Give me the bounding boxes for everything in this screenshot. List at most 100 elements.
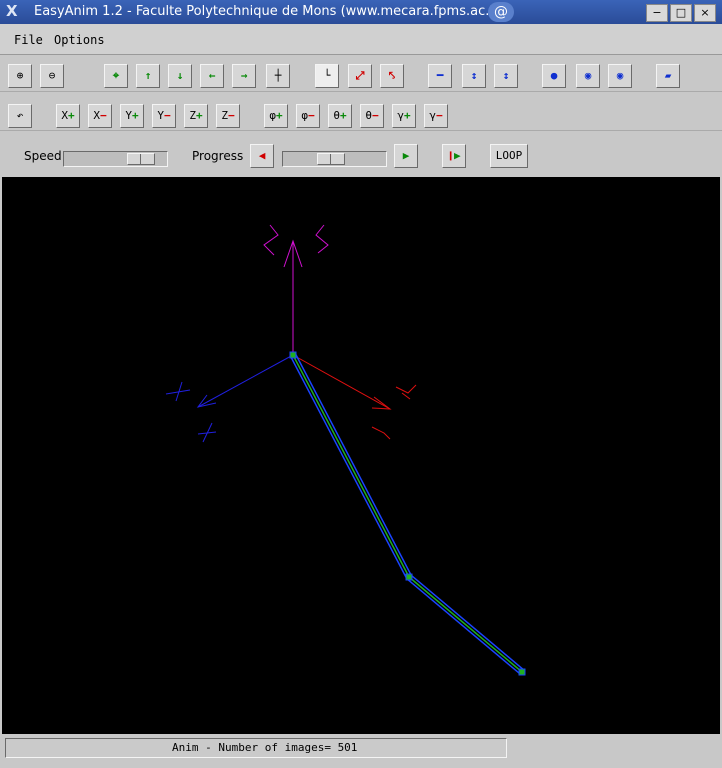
undo-arrow-icon: ↶ <box>16 109 24 122</box>
frame-icon: └ <box>323 69 331 82</box>
loop-button[interactable]: LOOP <box>490 144 528 168</box>
y-plus-button-label: Y <box>125 109 132 122</box>
theta-plus-button[interactable]: θ+ <box>328 104 352 128</box>
step-back-button[interactable]: ◀ <box>250 144 274 168</box>
bar-expand-icon: ↕ <box>470 69 478 82</box>
x-plus-button-sign: + <box>68 109 75 122</box>
bar-thickness-button[interactable]: ━ <box>428 64 452 88</box>
phi-minus-button-label: φ <box>301 109 308 122</box>
speed-slider-thumb[interactable] <box>127 153 155 165</box>
pan-up-button[interactable]: ↑ <box>136 64 160 88</box>
axes-view-button[interactable]: ┼ <box>266 64 290 88</box>
theta-minus-button[interactable]: θ− <box>360 104 384 128</box>
play-button[interactable]: ❙▶ <box>442 144 466 168</box>
x-minus-button-label: X <box>93 109 100 122</box>
play-icon: ❙▶ <box>447 149 461 162</box>
progress-slider-thumb[interactable] <box>317 153 345 165</box>
zoom-in-button[interactable]: ⊕ <box>8 64 32 88</box>
mechanism-view <box>165 224 526 676</box>
gamma-minus-button-sign: − <box>436 109 443 122</box>
bar-thinner-button[interactable]: ↕ <box>494 64 518 88</box>
minimize-button[interactable]: − <box>646 4 668 22</box>
view-toolbar: ⊕ ⊖ ⌖ ↑ ↓ ← → ┼ └ ⤢ ⤣ ━ ↕ ↕ ● ◉ ◉ ▰ <box>0 61 722 92</box>
expand-button[interactable]: ⤢ <box>348 64 372 88</box>
z-plus-button-label: Z <box>189 109 196 122</box>
phi-plus-button[interactable]: φ+ <box>264 104 288 128</box>
expand-icon: ⤢ <box>355 69 365 82</box>
x-plus-button-label: X <box>61 109 68 122</box>
y-minus-button-label: Y <box>157 109 164 122</box>
phi-minus-button[interactable]: φ− <box>296 104 320 128</box>
status-bar: Anim - Number of images= 501 <box>0 734 722 768</box>
x-minus-button-sign: − <box>100 109 107 122</box>
menu-bar: File Options <box>0 24 722 55</box>
x-plus-button[interactable]: X+ <box>56 104 80 128</box>
gamma-plus-button[interactable]: γ+ <box>392 104 416 128</box>
y-plus-button[interactable]: Y+ <box>120 104 144 128</box>
dot-expand-icon: ◉ <box>584 69 592 82</box>
x-minus-button[interactable]: X− <box>88 104 112 128</box>
bar-thicker-button[interactable]: ↕ <box>462 64 486 88</box>
dot-icon: ● <box>550 69 558 82</box>
z-minus-button-label: Z <box>221 109 228 122</box>
z-minus-button[interactable]: Z− <box>216 104 240 128</box>
shrink-button[interactable]: ⤣ <box>380 64 404 88</box>
axes-icon: ┼ <box>274 69 282 82</box>
bar-icon: ━ <box>436 69 444 82</box>
axis-y <box>165 354 294 443</box>
frame-toggle-button[interactable]: └ <box>315 64 339 88</box>
arrow-up-icon: ↑ <box>144 69 152 82</box>
close-button[interactable]: × <box>694 4 716 22</box>
phi-plus-button-label: φ <box>269 109 276 122</box>
solid-render-button[interactable]: ▰ <box>656 64 680 88</box>
theta-minus-button-sign: − <box>372 109 379 122</box>
center-button[interactable]: ⌖ <box>104 64 128 88</box>
progress-label: Progress <box>192 149 244 163</box>
animation-toolbar: Speed Progress ◀ ▶ ❙▶ LOOP <box>0 140 722 170</box>
speed-slider[interactable] <box>63 151 168 167</box>
y-plus-button-sign: + <box>132 109 139 122</box>
pan-left-button[interactable]: ← <box>200 64 224 88</box>
title-bar[interactable]: X EasyAnim 1.2 - Faculte Polytechnique d… <box>0 0 722 24</box>
undo-view-button[interactable]: ↶ <box>8 104 32 128</box>
arrow-right-icon: → <box>240 69 248 82</box>
magnifier-plus-icon: ⊕ <box>16 69 24 82</box>
y-minus-button[interactable]: Y− <box>152 104 176 128</box>
z-minus-button-sign: − <box>228 109 235 122</box>
z-plus-button[interactable]: Z+ <box>184 104 208 128</box>
progress-slider[interactable] <box>282 151 387 167</box>
dot-shrink-icon: ◉ <box>616 69 624 82</box>
menu-file[interactable]: File <box>14 33 43 47</box>
triangle-right-icon: ▶ <box>402 149 410 162</box>
magnifier-minus-icon: ⊖ <box>48 69 56 82</box>
maximize-button[interactable]: □ <box>670 4 692 22</box>
shrink-icon: ⤣ <box>388 69 396 82</box>
pan-down-button[interactable]: ↓ <box>168 64 192 88</box>
swirl-icon[interactable]: @ <box>488 2 514 22</box>
zoom-out-button[interactable]: ⊖ <box>40 64 64 88</box>
x-icon[interactable]: X <box>6 2 18 20</box>
animation-canvas[interactable] <box>2 177 720 734</box>
theta-plus-button-sign: + <box>340 109 347 122</box>
gamma-plus-button-sign: + <box>404 109 411 122</box>
arrow-down-icon: ↓ <box>176 69 184 82</box>
step-forward-button[interactable]: ▶ <box>394 144 418 168</box>
status-text: Anim - Number of images= 501 <box>172 741 358 754</box>
gamma-minus-button[interactable]: γ− <box>424 104 448 128</box>
menu-options[interactable]: Options <box>54 33 105 47</box>
node-button[interactable]: ● <box>542 64 566 88</box>
parallelogram-icon: ▰ <box>664 69 672 82</box>
node-larger-button[interactable]: ◉ <box>576 64 600 88</box>
axis-z <box>263 224 329 355</box>
arrow-left-icon: ← <box>208 69 216 82</box>
mechanism-links <box>289 351 526 676</box>
triangle-left-icon: ◀ <box>258 149 266 162</box>
theta-minus-button-label: θ <box>365 109 372 122</box>
theta-plus-button-label: θ <box>333 109 340 122</box>
y-minus-button-sign: − <box>164 109 171 122</box>
bar-shrink-icon: ↕ <box>502 69 510 82</box>
rotate-toolbar: ↶ X+ X− Y+ Y− Z+ Z− φ+ φ− θ+ θ− γ+ γ− <box>0 100 722 131</box>
gamma-minus-button-label: γ <box>429 109 436 122</box>
node-smaller-button[interactable]: ◉ <box>608 64 632 88</box>
pan-right-button[interactable]: → <box>232 64 256 88</box>
